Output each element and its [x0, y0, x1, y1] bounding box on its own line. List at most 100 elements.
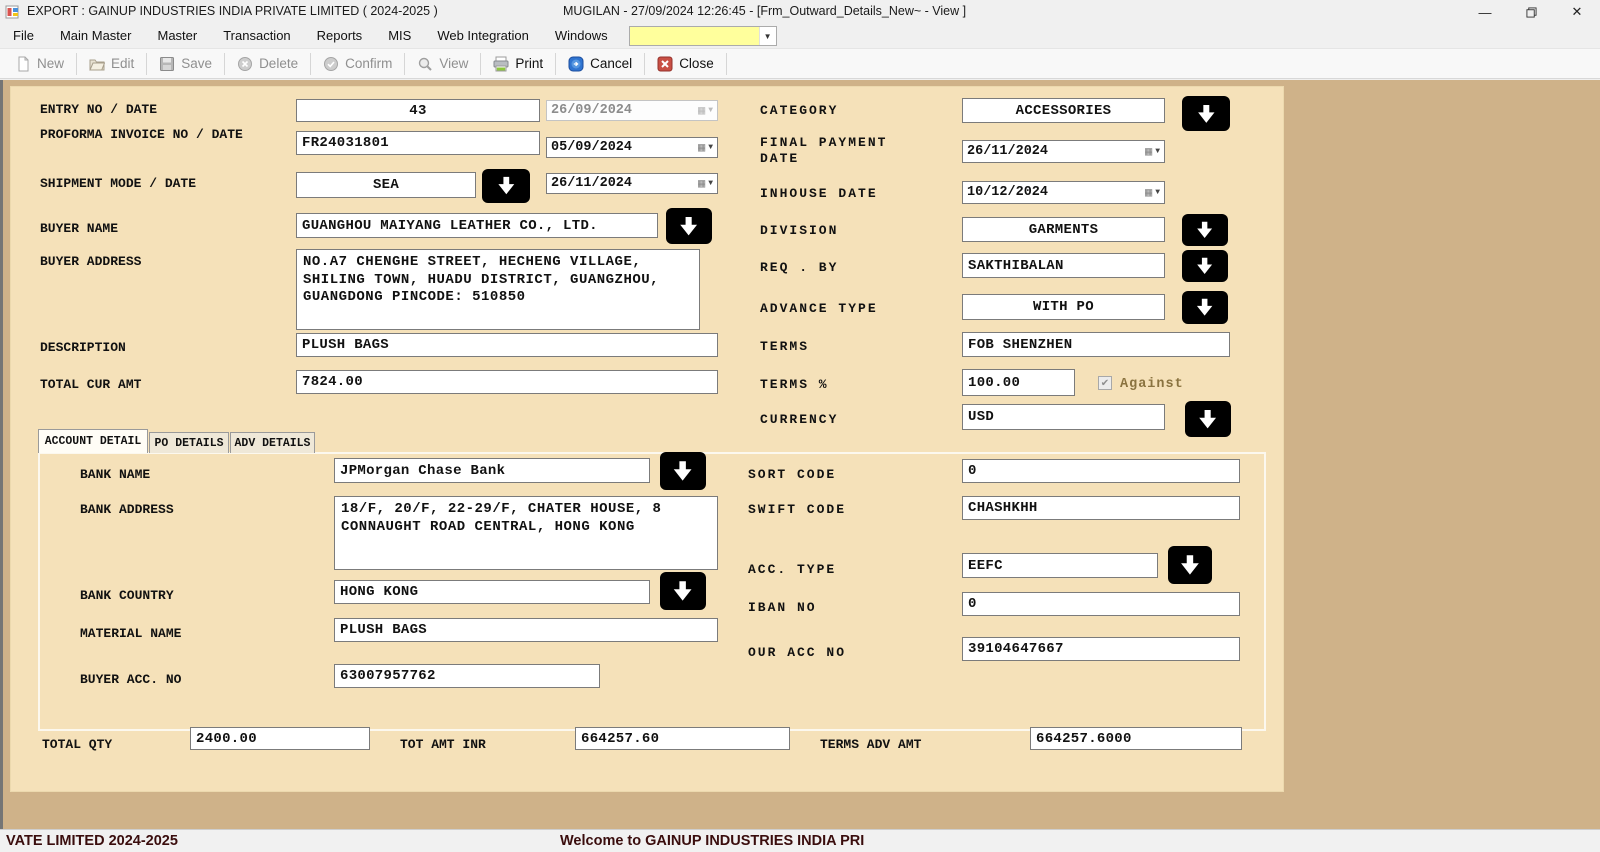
- req-by-dropdown-button[interactable]: [1182, 250, 1228, 282]
- tab-account-detail[interactable]: ACCOUNT DETAIL: [38, 429, 148, 453]
- close-icon: [657, 56, 673, 72]
- down-arrow-icon: [1189, 296, 1220, 318]
- save-button: Save: [149, 51, 222, 76]
- bank-name-dropdown-button[interactable]: [660, 452, 706, 490]
- division-dropdown-button[interactable]: [1182, 214, 1228, 246]
- menu-transaction[interactable]: Transaction: [210, 24, 303, 48]
- quick-search-value[interactable]: [630, 27, 759, 45]
- chevron-down-icon[interactable]: ▼: [708, 144, 713, 152]
- division-label: DIVISION: [760, 223, 838, 238]
- buyer-address-label: BUYER ADDRESS: [40, 254, 141, 269]
- shipment-mode-field[interactable]: [296, 172, 476, 198]
- advance-type-field[interactable]: [962, 294, 1165, 320]
- inhouse-date-picker[interactable]: 10/12/2024▦▼: [962, 181, 1165, 204]
- advance-type-dropdown-button[interactable]: [1182, 291, 1228, 324]
- down-arrow-icon: [667, 458, 698, 484]
- buyer-name-dropdown-button[interactable]: [666, 208, 712, 244]
- buyer-acc-no-field[interactable]: [334, 664, 600, 688]
- magnifier-icon: [417, 56, 433, 72]
- printer-icon: [493, 56, 509, 72]
- down-arrow-icon: [667, 578, 698, 604]
- down-arrow-icon: [1190, 102, 1223, 126]
- bank-address-label: BANK ADDRESS: [80, 502, 174, 517]
- proforma-date-picker[interactable]: 05/09/2024▦▼: [546, 137, 718, 158]
- currency-label: CURRENCY: [760, 412, 838, 427]
- chevron-down-icon[interactable]: ▼: [1155, 148, 1160, 156]
- menu-file[interactable]: File: [0, 24, 47, 48]
- against-checkbox: ✔: [1098, 376, 1112, 390]
- currency-field[interactable]: [962, 404, 1165, 430]
- tot-amt-inr-field[interactable]: [575, 727, 790, 750]
- down-arrow-icon: [1175, 552, 1205, 578]
- total-cur-amt-label: TOTAL CUR AMT: [40, 377, 141, 392]
- division-field[interactable]: [962, 217, 1165, 242]
- category-dropdown-button[interactable]: [1182, 96, 1230, 131]
- material-name-label: MATERIAL NAME: [80, 626, 181, 641]
- our-acc-no-field[interactable]: [962, 637, 1240, 661]
- chevron-down-icon[interactable]: ▼: [759, 27, 776, 45]
- toolbar-separator: [224, 53, 225, 75]
- entry-no-field[interactable]: [296, 99, 540, 122]
- shipment-mode-dropdown-button[interactable]: [482, 169, 530, 203]
- menu-reports[interactable]: Reports: [304, 24, 376, 48]
- acc-type-field[interactable]: [962, 553, 1158, 578]
- menu-web-integration[interactable]: Web Integration: [424, 24, 542, 48]
- quick-search-combo[interactable]: ▼: [629, 26, 777, 46]
- entry-no-date-label: ENTRY NO / DATE: [40, 102, 157, 117]
- buyer-name-field[interactable]: [296, 213, 658, 238]
- bank-country-field[interactable]: [334, 580, 650, 604]
- calendar-icon: ▦: [698, 178, 705, 190]
- terms-pct-field[interactable]: [962, 369, 1075, 396]
- restore-button[interactable]: [1508, 0, 1554, 24]
- tab-adv-details[interactable]: ADV DETAILS: [230, 432, 315, 453]
- bank-name-field[interactable]: [334, 458, 650, 483]
- print-button[interactable]: Print: [483, 51, 553, 76]
- total-cur-amt-field[interactable]: [296, 370, 718, 394]
- window-controls: — ✕: [1462, 0, 1600, 24]
- bank-address-field[interactable]: 18/F, 20/F, 22-29/F, CHATER HOUSE, 8 CON…: [334, 496, 718, 570]
- session-title: MUGILAN - 27/09/2024 12:26:45 - [Frm_Out…: [563, 4, 966, 18]
- category-label: CATEGORY: [760, 103, 838, 118]
- view-button: View: [407, 51, 478, 76]
- sort-code-label: SORT CODE: [748, 467, 836, 482]
- iban-no-field[interactable]: [962, 592, 1240, 616]
- material-name-field[interactable]: [334, 618, 718, 642]
- bank-country-dropdown-button[interactable]: [660, 572, 706, 610]
- bank-country-label: BANK COUNTRY: [80, 588, 174, 603]
- proforma-no-field[interactable]: [296, 131, 540, 155]
- tab-po-details[interactable]: PO DETAILS: [149, 432, 229, 453]
- cancel-button[interactable]: Cancel: [558, 51, 642, 76]
- close-button[interactable]: Close: [647, 51, 724, 76]
- calendar-icon: ▦: [1145, 187, 1152, 199]
- confirm-button: Confirm: [313, 51, 402, 76]
- buyer-address-field[interactable]: NO.A7 CHENGHE STREET, HECHENG VILLAGE, S…: [296, 249, 700, 330]
- acc-type-dropdown-button[interactable]: [1168, 546, 1212, 584]
- minimize-button[interactable]: —: [1462, 0, 1508, 24]
- shipment-date-picker[interactable]: 26/11/2024▦▼: [546, 173, 718, 194]
- description-field[interactable]: [296, 333, 718, 357]
- calendar-icon: ▦: [698, 142, 705, 154]
- category-field[interactable]: [962, 98, 1165, 123]
- terms-adv-amt-field[interactable]: [1030, 727, 1242, 750]
- menu-bar: File Main Master Master Transaction Repo…: [0, 24, 1600, 48]
- terms-field[interactable]: [962, 332, 1230, 357]
- chevron-down-icon[interactable]: ▼: [1155, 189, 1160, 197]
- menu-windows[interactable]: Windows: [542, 24, 621, 48]
- menu-main-master[interactable]: Main Master: [47, 24, 145, 48]
- currency-dropdown-button[interactable]: [1185, 401, 1231, 437]
- chevron-down-icon[interactable]: ▼: [708, 180, 713, 188]
- close-window-button[interactable]: ✕: [1554, 0, 1600, 24]
- sort-code-field[interactable]: [962, 459, 1240, 483]
- final-payment-date-picker[interactable]: 26/11/2024▦▼: [962, 140, 1165, 163]
- delete-circle-icon: [237, 56, 253, 72]
- terms-adv-amt-label: TERMS ADV AMT: [820, 737, 921, 752]
- acc-type-label: ACC. TYPE: [748, 562, 836, 577]
- menu-master[interactable]: Master: [144, 24, 210, 48]
- final-payment-date-label: FINAL PAYMENT DATE: [760, 135, 920, 167]
- req-by-field[interactable]: [962, 253, 1165, 278]
- status-welcome: Welcome to GAINUP INDUSTRIES INDIA PRI: [560, 833, 864, 849]
- status-bar: VATE LIMITED 2024-2025 Welcome to GAINUP…: [0, 829, 1600, 852]
- total-qty-field[interactable]: [190, 727, 370, 750]
- menu-mis[interactable]: MIS: [375, 24, 424, 48]
- swift-code-field[interactable]: [962, 496, 1240, 520]
